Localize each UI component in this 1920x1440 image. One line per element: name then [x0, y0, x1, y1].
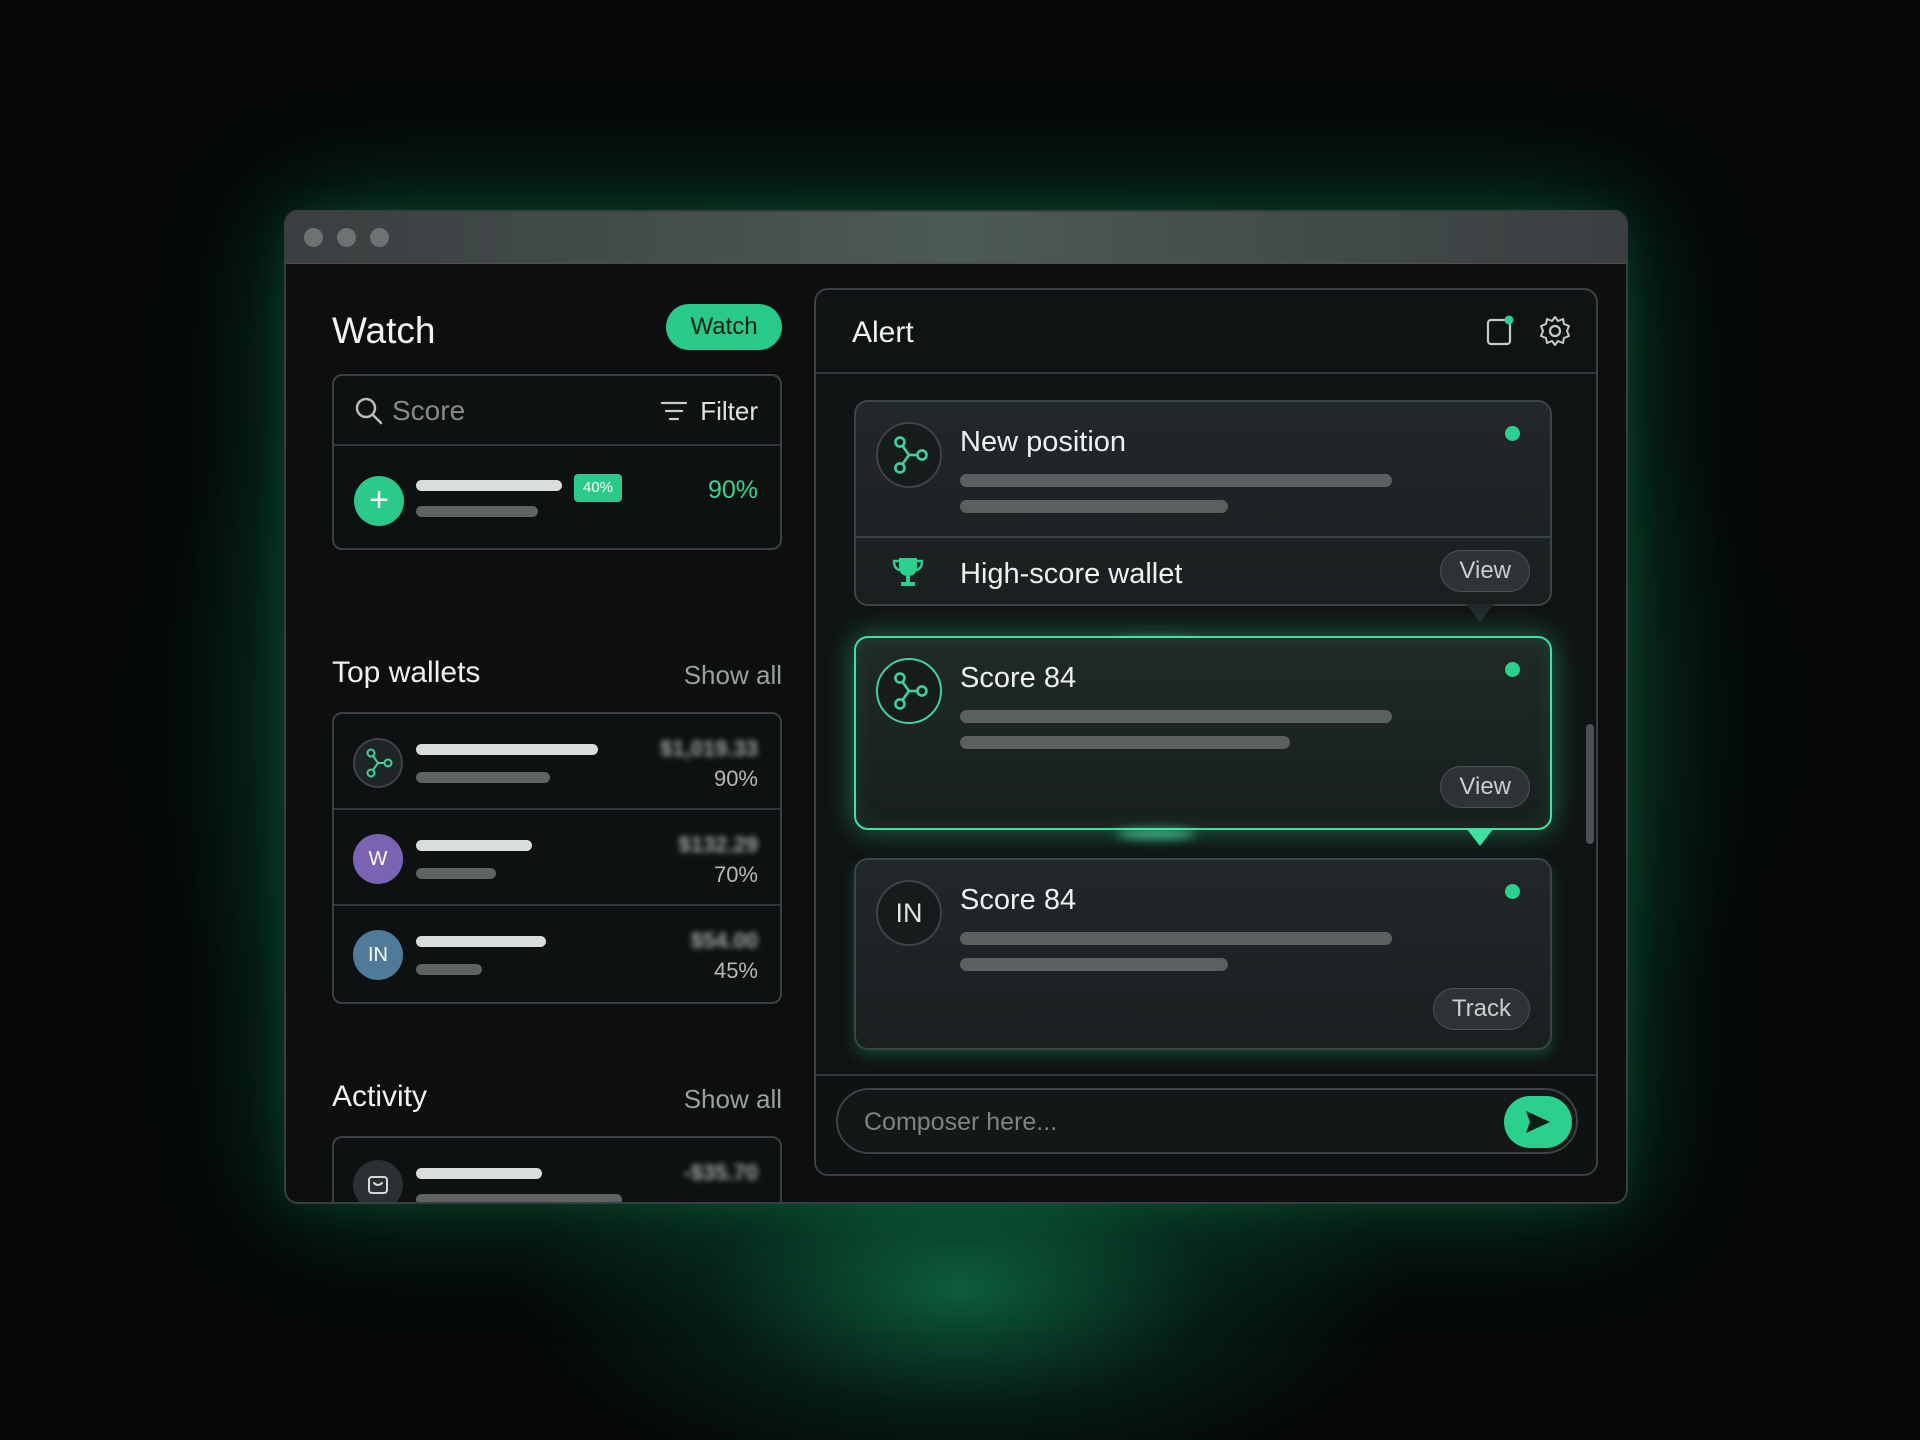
activity-show-all[interactable]: Show all — [684, 1084, 782, 1115]
search-input[interactable] — [392, 392, 632, 430]
glow-accent — [1116, 830, 1196, 838]
feed-scrollbar[interactable] — [1586, 724, 1594, 844]
page-title: Watch — [332, 310, 436, 351]
watch-sidebar: Watch Watch Filter + — [332, 264, 782, 1202]
track-button[interactable]: Track — [1432, 988, 1530, 1030]
unread-indicator — [1505, 662, 1520, 677]
unread-indicator — [1505, 884, 1520, 899]
composer-input[interactable] — [864, 1102, 1464, 1142]
activity-list: -$35.70 — [332, 1136, 782, 1202]
wallet-name-placeholder — [416, 744, 598, 755]
top-wallets-show-all[interactable]: Show all — [684, 660, 782, 691]
unread-indicator — [1505, 426, 1520, 441]
composer — [836, 1088, 1578, 1154]
card-tail — [1466, 604, 1494, 622]
alert-line-placeholder — [960, 958, 1228, 971]
alert-feed: New position High-score wallet View Scor… — [816, 374, 1596, 1078]
wallet-percent: 70% — [713, 862, 758, 887]
wallet-row[interactable]: IN $54.00 45% — [334, 906, 780, 1002]
send-icon — [1526, 1111, 1550, 1133]
wallet-amount: $54.00 — [690, 928, 758, 953]
wallet-icon — [353, 1160, 403, 1202]
filter-icon — [661, 401, 688, 421]
view-button[interactable]: View — [1440, 550, 1530, 592]
gear-icon[interactable] — [1538, 314, 1572, 348]
alert-card[interactable]: IN Score 84 Track — [854, 858, 1552, 1050]
composer-bar — [816, 1074, 1596, 1174]
alert-line-placeholder — [960, 710, 1392, 723]
alert-title: Alert — [852, 316, 914, 349]
alert-line-placeholder — [960, 932, 1392, 945]
high-score-label: High-score wallet — [960, 558, 1183, 590]
activity-row[interactable]: -$35.70 — [334, 1138, 780, 1202]
notification-icon[interactable] — [1484, 314, 1516, 348]
alert-panel: Alert New position High-score wallet Vie… — [814, 288, 1598, 1176]
card-tail — [1466, 828, 1494, 846]
send-button[interactable] — [1504, 1096, 1572, 1148]
wallet-sub-placeholder — [416, 506, 538, 517]
wallet-amount: $1,019.33 — [660, 736, 758, 761]
app-window: Watch Watch Filter + — [284, 210, 1628, 1204]
alert-card-title: Score 84 — [960, 884, 1077, 916]
alert-line-placeholder — [960, 500, 1228, 513]
search-row: Filter — [334, 376, 780, 446]
activity-title: Activity — [332, 1080, 428, 1113]
wallet-name-placeholder — [416, 480, 562, 491]
alert-card[interactable]: New position High-score wallet View — [854, 400, 1552, 606]
filter-label: Filter — [700, 395, 758, 426]
avatar: W — [353, 834, 403, 884]
watch-list-item[interactable]: + 40% 90% — [334, 446, 780, 550]
wallet-percent: 90% — [713, 766, 758, 791]
alert-line-placeholder — [960, 736, 1290, 749]
network-icon — [353, 738, 403, 788]
watch-panel: Filter + 40% 90% — [332, 374, 782, 550]
window-maximize-dot[interactable] — [370, 228, 389, 247]
avatar: IN — [876, 880, 942, 946]
watch-button[interactable]: Watch — [666, 304, 782, 350]
alert-line-placeholder — [960, 474, 1392, 487]
activity-amount: -$35.70 — [683, 1160, 758, 1185]
window-minimize-dot[interactable] — [337, 228, 356, 247]
window-titlebar — [286, 212, 1626, 264]
search-icon — [355, 397, 383, 425]
card-divider — [856, 536, 1550, 538]
wallet-amount: $132.29 — [678, 832, 758, 857]
watch-percent: 90% — [707, 476, 758, 504]
top-wallets-title: Top wallets — [332, 656, 481, 689]
network-icon — [876, 658, 942, 724]
view-button[interactable]: View — [1440, 766, 1530, 808]
network-icon — [876, 422, 942, 488]
alert-header: Alert — [816, 290, 1596, 374]
window-close-dot[interactable] — [304, 228, 323, 247]
alert-card-title: New position — [960, 426, 1127, 458]
top-wallets-list: $1,019.33 90% W $132.29 70% IN $54.00 45… — [332, 712, 782, 1004]
wallet-sub-placeholder — [416, 964, 482, 975]
wallet-sub-placeholder — [416, 868, 496, 879]
add-icon[interactable]: + — [354, 476, 404, 526]
wallet-name-placeholder — [416, 840, 532, 851]
trophy-icon — [892, 558, 924, 586]
wallet-row[interactable]: $1,019.33 90% — [334, 714, 780, 810]
wallet-percent: 45% — [713, 958, 758, 983]
activity-name-placeholder — [416, 1168, 542, 1179]
alert-card-title: Score 84 — [960, 662, 1077, 694]
alert-card-highlighted[interactable]: Score 84 View — [854, 636, 1552, 830]
wallet-name-placeholder — [416, 936, 546, 947]
filter-button[interactable]: Filter — [660, 392, 758, 430]
activity-sub-placeholder — [416, 1194, 622, 1202]
avatar: IN — [353, 930, 403, 980]
wallet-sub-placeholder — [416, 772, 550, 783]
wallet-row[interactable]: W $132.29 70% — [334, 810, 780, 906]
percent-badge: 40% — [574, 474, 622, 502]
